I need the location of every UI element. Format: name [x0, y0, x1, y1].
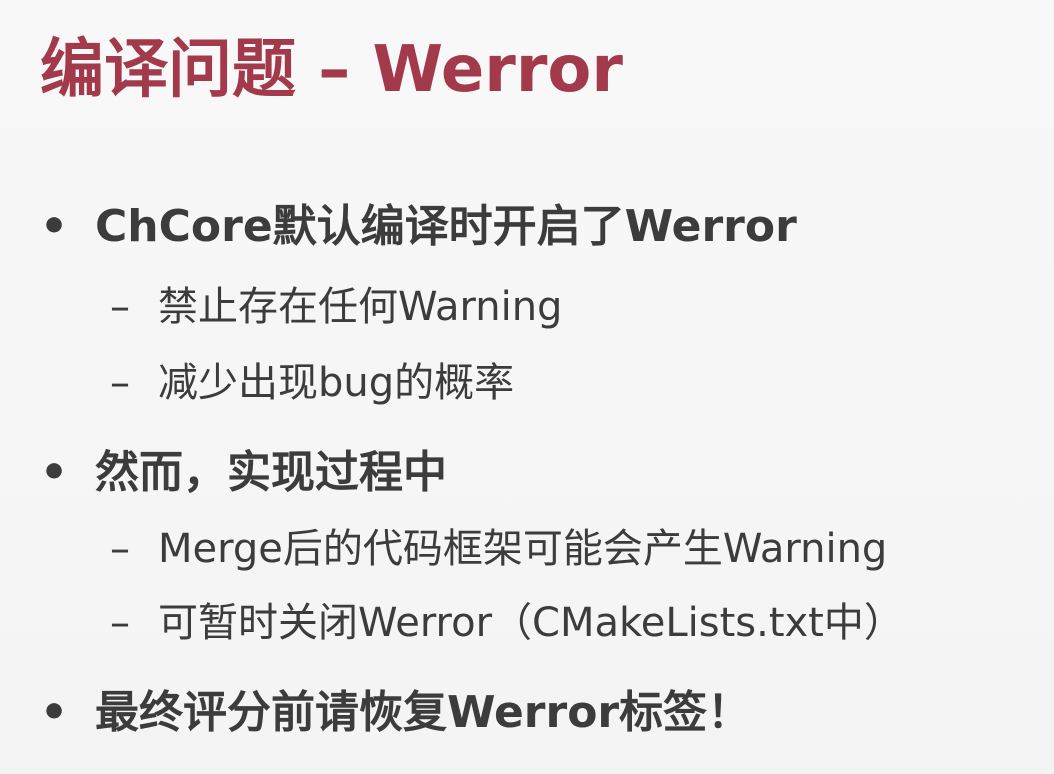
- sub-item-1-1: – 禁止存在任何Warning: [110, 274, 562, 332]
- sub-item-2-1: – Merge后的代码框架可能会产生Warning: [110, 516, 887, 574]
- dash-marker: –: [110, 360, 130, 406]
- dash-marker: –: [110, 600, 130, 646]
- bullet-marker: •: [40, 687, 69, 738]
- sub-item-2-2: – 可暂时关闭Werror（CMakeLists.txt中）: [110, 590, 904, 648]
- bullet-marker: •: [40, 447, 69, 498]
- sub-item-text: Merge后的代码框架可能会产生Warning: [158, 526, 888, 572]
- sub-item-text: 减少出现bug的概率: [158, 360, 515, 406]
- bullet-text: 最终评分前请恢复Werror标签！: [95, 687, 752, 738]
- bullet-text: ChCore默认编译时开启了Werror: [95, 201, 797, 252]
- sub-item-text: 禁止存在任何Warning: [158, 284, 563, 330]
- dash-marker: –: [110, 526, 130, 572]
- slide-title: 编译问题 – Werror: [40, 33, 623, 107]
- bullet-item-1: • ChCore默认编译时开启了Werror: [40, 190, 797, 254]
- bullet-text: 然而，实现过程中: [95, 447, 447, 498]
- sub-item-text: 可暂时关闭Werror（CMakeLists.txt中）: [158, 600, 904, 646]
- bullet-item-2: • 然而，实现过程中: [40, 436, 447, 500]
- bullet-item-3: • 最终评分前请恢复Werror标签！: [40, 676, 751, 740]
- dash-marker: –: [110, 284, 130, 330]
- bullet-marker: •: [40, 201, 69, 252]
- sub-item-1-2: – 减少出现bug的概率: [110, 350, 514, 408]
- slide: 编译问题 – Werror • ChCore默认编译时开启了Werror – 禁止存…: [0, 0, 1054, 774]
